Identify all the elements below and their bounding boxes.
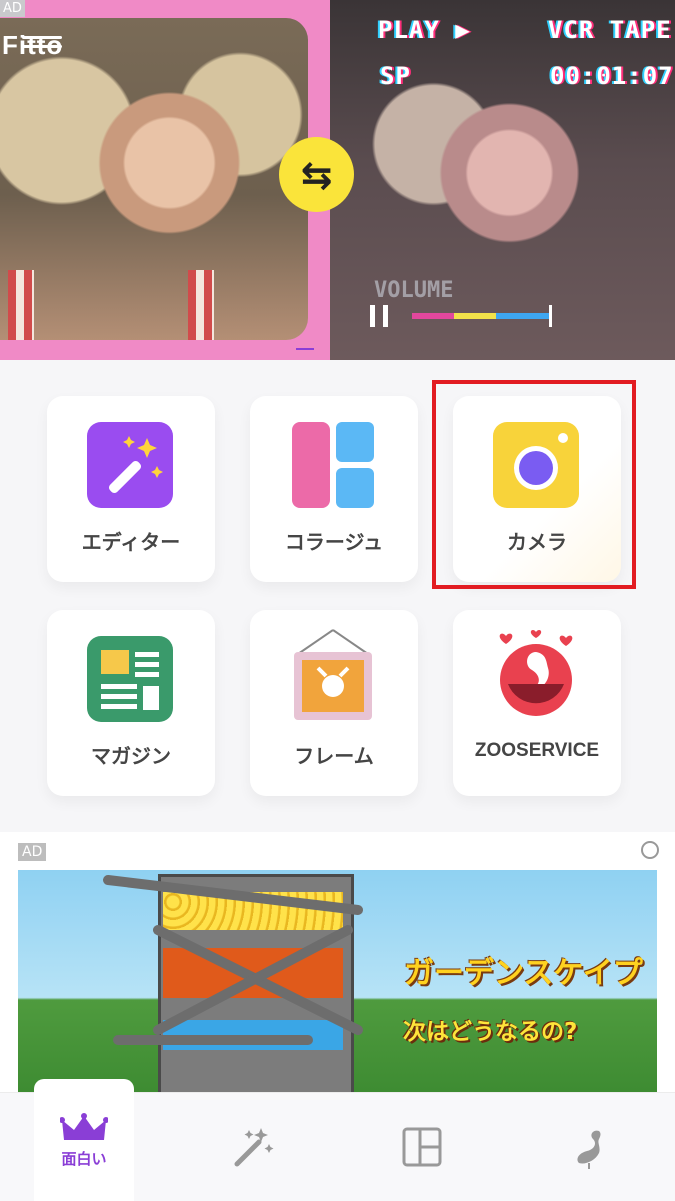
portrait-photo-original xyxy=(0,18,308,340)
collage-layout-icon xyxy=(402,1127,442,1167)
tile-collage-label: コラージュ xyxy=(284,530,384,554)
tab-collage[interactable] xyxy=(372,1093,472,1201)
tab-fun-label: 面白い xyxy=(61,1149,107,1168)
swap-button[interactable]: ⇆ xyxy=(279,137,354,212)
vcr-play-text: PLAY ▶ xyxy=(378,16,471,44)
tile-collage[interactable]: コラージュ xyxy=(250,396,418,582)
ad-badge: AD xyxy=(18,843,47,861)
tile-editor[interactable]: エディター xyxy=(47,396,215,582)
magic-wand-icon xyxy=(87,422,173,508)
clothing-strap xyxy=(8,270,34,340)
volume-bar xyxy=(412,313,552,319)
vcr-time-text: 00:01:07 xyxy=(550,62,674,90)
frame-icon xyxy=(290,629,376,722)
menu-icon xyxy=(22,36,62,58)
clothing-strap xyxy=(188,270,214,340)
tile-magazine-label: マガジン xyxy=(91,744,171,768)
bottom-tab-bar: 面白い xyxy=(0,1079,675,1201)
crown-icon xyxy=(60,1112,108,1140)
hero-banner-ad[interactable]: PLAY ▶ VCR TAPE SP 00:01:07 VOLUME AD Fi… xyxy=(0,0,675,360)
game-ad-image[interactable]: ガーデンスケイプ 次はどうなるの? xyxy=(18,870,657,1102)
tile-editor-label: エディター xyxy=(81,530,181,554)
flamingo-icon xyxy=(577,1130,601,1169)
puzzle-pins xyxy=(103,875,363,1045)
vcr-tape-text: VCR TAPE xyxy=(548,16,672,44)
tab-zooservice[interactable] xyxy=(541,1093,641,1201)
magic-wand-icon xyxy=(234,1128,274,1167)
magazine-icon xyxy=(87,636,173,722)
camera-highlight-frame xyxy=(432,380,636,589)
volume-marker xyxy=(549,305,552,327)
collage-layout-icon xyxy=(290,422,376,508)
tile-frame-label: フレーム xyxy=(294,744,374,768)
tile-magazine[interactable]: マガジン xyxy=(47,610,215,796)
ad-game-title: ガーデンスケイプ xyxy=(404,956,643,991)
vcr-volume-text: VOLUME xyxy=(374,278,454,303)
flamingo-icon xyxy=(493,629,579,722)
tile-frame[interactable]: フレーム xyxy=(250,610,418,796)
vcr-mode-text: SP xyxy=(380,62,411,90)
ad-info-icon[interactable] xyxy=(641,841,659,859)
divider-mark xyxy=(296,348,314,350)
tile-zooservice[interactable]: ZOOSERVICE xyxy=(453,610,621,796)
tab-fun[interactable]: 面白い xyxy=(34,1079,134,1201)
ad-badge: AD xyxy=(0,0,25,17)
swap-arrows-icon: ⇆ xyxy=(300,152,333,197)
game-ad-banner[interactable]: AD ガーデンスケイプ 次はどうなるの? xyxy=(0,832,675,1102)
tile-zooservice-label: ZOOSERVICE xyxy=(474,740,600,761)
tab-editor[interactable] xyxy=(202,1093,302,1201)
pause-icon xyxy=(370,305,388,327)
ad-game-subtitle: 次はどうなるの? xyxy=(403,1019,578,1045)
